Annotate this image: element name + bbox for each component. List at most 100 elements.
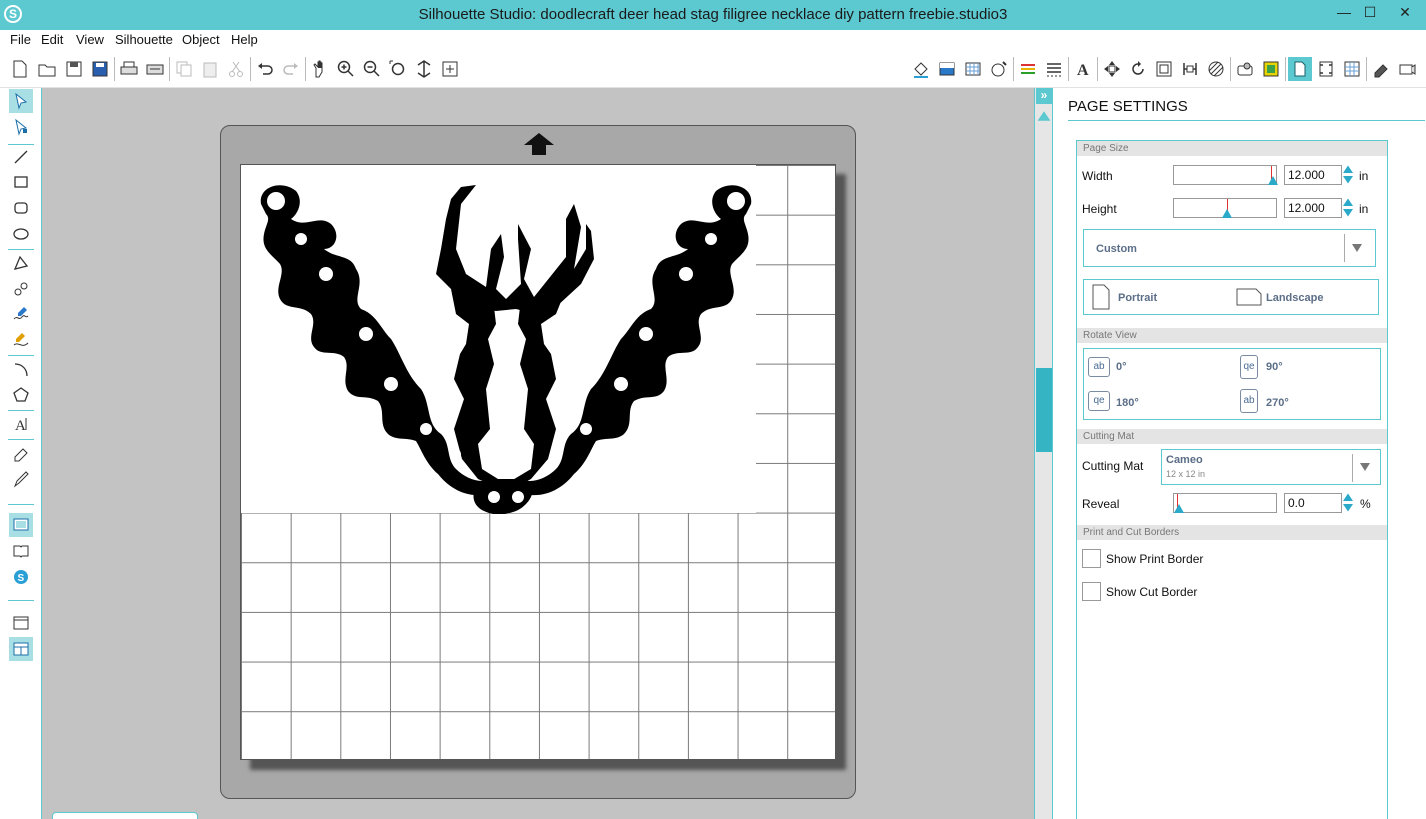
- undo-icon[interactable]: [253, 57, 277, 81]
- knife-icon[interactable]: [1233, 57, 1257, 81]
- scroll-up-icon[interactable]: [1037, 111, 1051, 121]
- fill-pattern-icon[interactable]: [961, 57, 985, 81]
- rotate-180-label[interactable]: 180°: [1116, 397, 1139, 409]
- cutting-mat-dropdown[interactable]: Cameo 12 x 12 in: [1161, 449, 1381, 485]
- transform-icon[interactable]: [1100, 57, 1124, 81]
- zoom-fit-icon[interactable]: [438, 57, 462, 81]
- maximize-button[interactable]: ☐: [1357, 3, 1383, 23]
- store-view-icon[interactable]: S: [9, 565, 33, 589]
- cut-settings-icon[interactable]: [1259, 57, 1283, 81]
- width-stepper[interactable]: [1343, 164, 1353, 186]
- rectangle-tool-icon[interactable]: [9, 170, 33, 194]
- zoom-out-icon[interactable]: [360, 57, 384, 81]
- minimize-button[interactable]: —: [1331, 3, 1357, 23]
- trace-icon[interactable]: [1178, 57, 1202, 81]
- rotate-90-label[interactable]: 90°: [1266, 361, 1283, 373]
- fill-color-icon[interactable]: [909, 57, 933, 81]
- close-button[interactable]: ✕: [1392, 3, 1418, 23]
- copy-icon[interactable]: [172, 57, 196, 81]
- new-file-icon[interactable]: [8, 57, 32, 81]
- rotate-270-label[interactable]: 270°: [1266, 397, 1289, 409]
- show-print-border-checkbox[interactable]: [1082, 549, 1101, 568]
- reveal-stepper[interactable]: [1343, 492, 1353, 514]
- menu-file[interactable]: File: [10, 32, 31, 47]
- scrollbar-thumb[interactable]: [1036, 368, 1052, 452]
- menu-edit[interactable]: Edit: [41, 32, 63, 47]
- split-view-icon[interactable]: [9, 637, 33, 661]
- width-input[interactable]: 12.000: [1284, 165, 1342, 185]
- print-cut-icon[interactable]: [143, 57, 167, 81]
- smooth-freehand-tool-icon[interactable]: [9, 328, 33, 352]
- landscape-button[interactable]: [1236, 288, 1262, 306]
- rotate-0-icon[interactable]: ab: [1088, 357, 1110, 377]
- reveal-input[interactable]: 0.0: [1284, 493, 1342, 513]
- reveal-slider-knob[interactable]: [1174, 504, 1184, 513]
- zoom-drag-icon[interactable]: [412, 57, 436, 81]
- portrait-label[interactable]: Portrait: [1118, 292, 1157, 304]
- design-view-icon[interactable]: [9, 513, 33, 537]
- select-tool-icon[interactable]: [9, 89, 33, 113]
- deer-head-filigree-design[interactable]: [256, 179, 756, 514]
- registration-marks-icon[interactable]: [1314, 57, 1338, 81]
- print-icon[interactable]: [117, 57, 141, 81]
- curve-tool-icon[interactable]: [9, 277, 33, 301]
- menu-object[interactable]: Object: [182, 32, 220, 47]
- shadow-icon[interactable]: [987, 57, 1011, 81]
- height-slider[interactable]: [1173, 198, 1277, 218]
- eraser-panel-icon[interactable]: [1369, 57, 1393, 81]
- rotate-270-icon[interactable]: ab: [1240, 389, 1258, 413]
- landscape-label[interactable]: Landscape: [1266, 292, 1323, 304]
- menu-silhouette[interactable]: Silhouette: [115, 32, 173, 47]
- point-edit-tool-icon[interactable]: [9, 115, 33, 139]
- design-workspace[interactable]: [42, 88, 1034, 819]
- page-size-dropdown[interactable]: Custom: [1083, 229, 1376, 267]
- zoom-select-icon[interactable]: [386, 57, 410, 81]
- mat-grid[interactable]: [240, 164, 836, 760]
- library-icon[interactable]: [1395, 57, 1419, 81]
- zoom-in-icon[interactable]: [334, 57, 358, 81]
- ellipse-tool-icon[interactable]: [9, 222, 33, 246]
- eraser-tool-icon[interactable]: [9, 441, 33, 465]
- replicate-icon[interactable]: [1126, 57, 1150, 81]
- rotate-90-icon[interactable]: qe: [1240, 355, 1258, 379]
- paste-icon[interactable]: [198, 57, 222, 81]
- freehand-tool-icon[interactable]: [9, 302, 33, 326]
- show-cut-border-label[interactable]: Show Cut Border: [1106, 585, 1197, 599]
- show-print-border-label[interactable]: Show Print Border: [1106, 552, 1203, 566]
- rounded-rectangle-tool-icon[interactable]: [9, 196, 33, 220]
- menu-view[interactable]: View: [76, 32, 104, 47]
- page-settings-icon[interactable]: [1288, 57, 1312, 81]
- reveal-slider[interactable]: [1173, 493, 1277, 513]
- single-view-icon[interactable]: [9, 611, 33, 635]
- save-library-icon[interactable]: [88, 57, 112, 81]
- grid-settings-icon[interactable]: [1340, 57, 1364, 81]
- regular-polygon-tool-icon[interactable]: [9, 383, 33, 407]
- menu-help[interactable]: Help: [231, 32, 258, 47]
- line-color-icon[interactable]: [1016, 57, 1040, 81]
- open-folder-icon[interactable]: [35, 57, 59, 81]
- polygon-tool-icon[interactable]: [9, 251, 33, 275]
- line-style-icon[interactable]: [1042, 57, 1066, 81]
- rotate-180-icon[interactable]: qe: [1088, 391, 1110, 411]
- save-icon[interactable]: [62, 57, 86, 81]
- arc-tool-icon[interactable]: [9, 358, 33, 382]
- show-cut-border-checkbox[interactable]: [1082, 582, 1101, 601]
- cut-icon[interactable]: [224, 57, 248, 81]
- width-slider-knob[interactable]: [1268, 176, 1278, 185]
- height-slider-knob[interactable]: [1222, 209, 1232, 218]
- line-tool-icon[interactable]: [9, 145, 33, 169]
- document-tab[interactable]: [52, 812, 198, 819]
- text-tool-icon[interactable]: A: [9, 412, 33, 436]
- library-view-icon[interactable]: [9, 539, 33, 563]
- pan-icon[interactable]: [308, 57, 332, 81]
- modify-icon[interactable]: [1204, 57, 1228, 81]
- knife-tool-icon[interactable]: [9, 467, 33, 491]
- offset-icon[interactable]: [1152, 57, 1176, 81]
- rotate-0-label[interactable]: 0°: [1116, 361, 1127, 373]
- redo-icon[interactable]: [279, 57, 303, 81]
- portrait-button[interactable]: [1092, 284, 1110, 310]
- height-stepper[interactable]: [1343, 197, 1353, 219]
- height-input[interactable]: 12.000: [1284, 198, 1342, 218]
- collapse-panel-icon[interactable]: »: [1036, 88, 1052, 104]
- text-style-icon[interactable]: A: [1071, 57, 1095, 81]
